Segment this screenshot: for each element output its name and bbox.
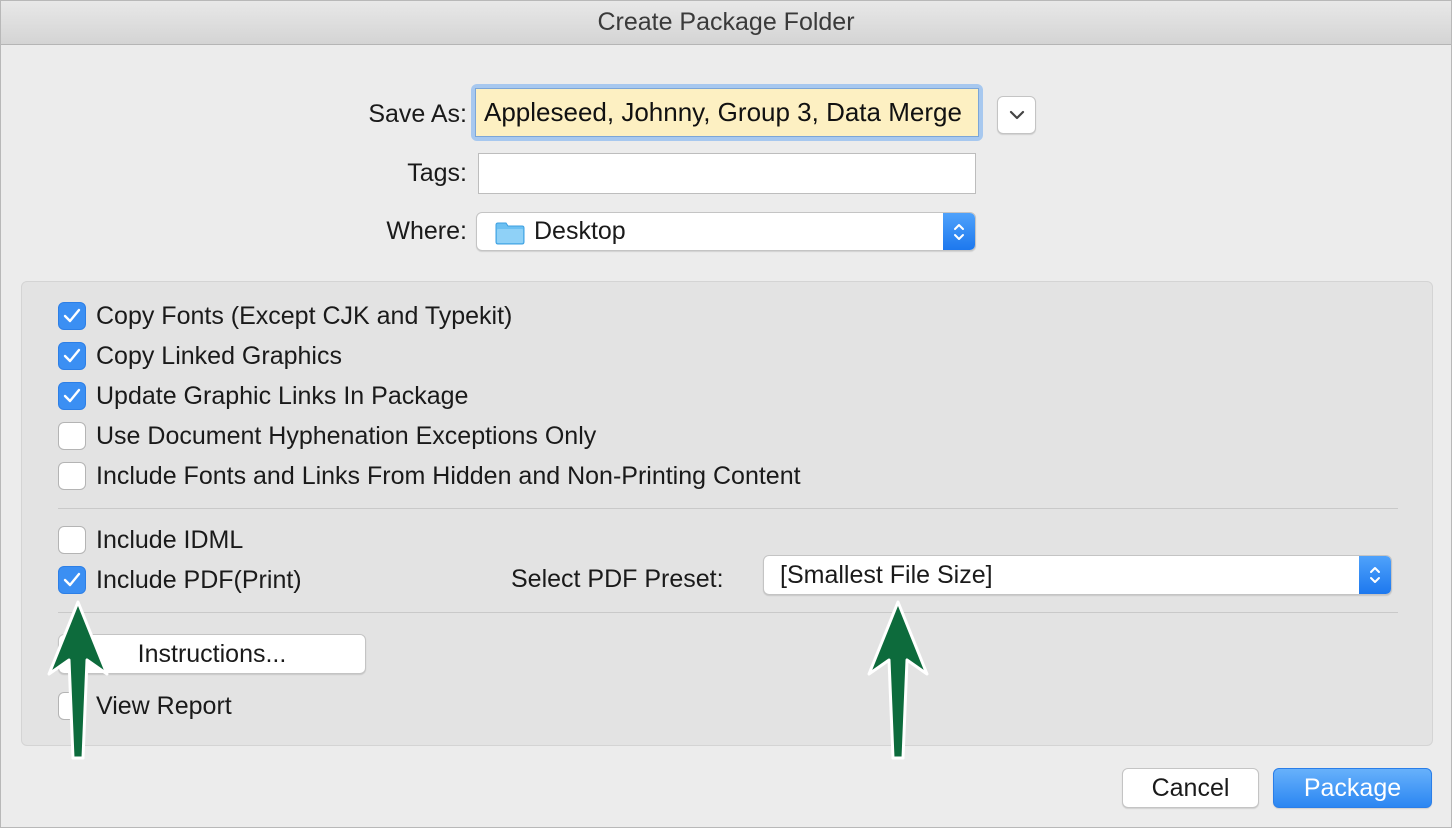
include-idml-option[interactable]: Include IDML	[58, 525, 243, 555]
cancel-button[interactable]: Cancel	[1122, 768, 1259, 808]
options-separator	[58, 508, 1398, 509]
tags-label: Tags:	[407, 159, 467, 187]
include-pdf-checkbox[interactable]	[58, 566, 86, 594]
checkmark-icon	[63, 388, 81, 403]
up-down-chevron-icon	[1370, 567, 1380, 583]
include-idml-checkbox[interactable]	[58, 526, 86, 554]
up-arrow-icon	[867, 600, 929, 760]
copy-linked-graphics-checkbox[interactable]	[58, 342, 86, 370]
include-idml-label: Include IDML	[96, 525, 244, 554]
save-as-focus-ring	[471, 84, 983, 141]
chevron-down-icon	[1009, 110, 1024, 120]
save-as-label: Save As:	[368, 100, 467, 128]
copy-fonts-label: Copy Fonts (Except CJK and Typekit)	[96, 301, 513, 330]
update-graphic-links-label: Update Graphic Links In Package	[96, 381, 469, 410]
include-hidden-content-checkbox[interactable]	[58, 462, 86, 490]
checkmark-icon	[63, 572, 81, 587]
folder-icon	[495, 222, 525, 245]
checkmark-icon	[63, 348, 81, 363]
dialog-title: Create Package Folder	[1, 1, 1451, 45]
create-package-folder-dialog: Create Package Folder Save As: Tags: Whe…	[0, 0, 1452, 828]
hyphenation-exceptions-option[interactable]: Use Document Hyphenation Exceptions Only	[58, 421, 596, 451]
save-as-input[interactable]	[475, 88, 979, 137]
copy-linked-graphics-option[interactable]: Copy Linked Graphics	[58, 341, 342, 371]
save-as-expand-button[interactable]	[997, 96, 1036, 134]
hyphenation-exceptions-checkbox[interactable]	[58, 422, 86, 450]
include-pdf-option[interactable]: Include PDF(Print)	[58, 565, 302, 595]
include-pdf-label: Include PDF(Print)	[96, 565, 302, 594]
copy-fonts-option[interactable]: Copy Fonts (Except CJK and Typekit)	[58, 301, 512, 331]
up-down-chevron-icon	[954, 223, 964, 240]
pdf-preset-label: Select PDF Preset:	[511, 565, 724, 593]
view-report-label: View Report	[96, 691, 232, 720]
pdf-separator	[58, 612, 1398, 613]
pdf-preset-value: [Smallest File Size]	[780, 561, 993, 589]
up-arrow-icon	[47, 600, 109, 760]
pdf-preset-stepper	[1359, 556, 1391, 594]
include-hidden-content-option[interactable]: Include Fonts and Links From Hidden and …	[58, 461, 801, 491]
checkmark-icon	[63, 308, 81, 323]
pdf-preset-popup[interactable]: [Smallest File Size]	[763, 555, 1392, 595]
update-graphic-links-option[interactable]: Update Graphic Links In Package	[58, 381, 468, 411]
where-popup[interactable]: Desktop	[476, 212, 976, 251]
include-hidden-content-label: Include Fonts and Links From Hidden and …	[96, 461, 801, 490]
where-label: Where:	[386, 217, 467, 245]
package-button[interactable]: Package	[1273, 768, 1432, 808]
where-stepper	[943, 213, 975, 250]
hyphenation-exceptions-label: Use Document Hyphenation Exceptions Only	[96, 421, 597, 450]
update-graphic-links-checkbox[interactable]	[58, 382, 86, 410]
copy-linked-graphics-label: Copy Linked Graphics	[96, 341, 342, 370]
where-value: Desktop	[534, 217, 626, 245]
copy-fonts-checkbox[interactable]	[58, 302, 86, 330]
tags-input[interactable]	[478, 153, 976, 194]
